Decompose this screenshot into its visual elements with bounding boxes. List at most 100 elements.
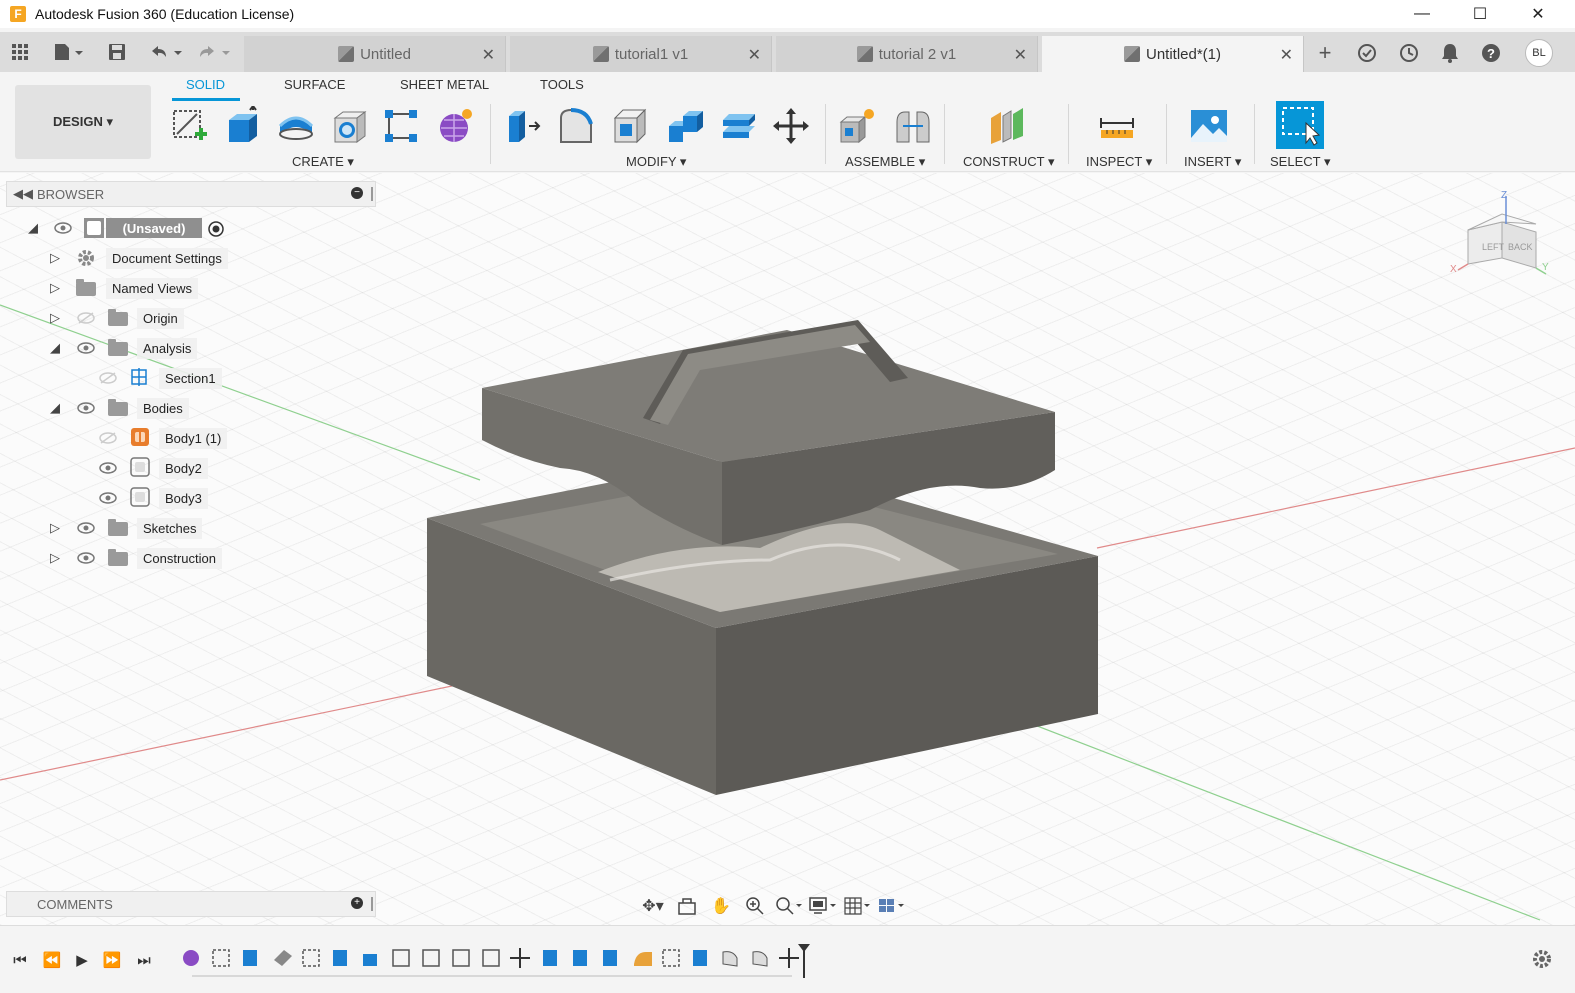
tree-item-body2[interactable]: Body2 (159, 456, 208, 480)
tree-item-named-views[interactable]: Named Views (106, 276, 198, 300)
fillet-icon[interactable] (556, 105, 598, 147)
viewports-icon[interactable] (874, 894, 908, 918)
insert-image-icon[interactable] (1188, 105, 1230, 147)
collapse-root-icon[interactable]: ◢ (25, 220, 41, 236)
tree-item-body3[interactable]: Body3 (159, 486, 208, 510)
data-panel-icon[interactable] (8, 40, 32, 64)
minus-icon[interactable]: − (351, 187, 363, 199)
panel-resize-handle[interactable] (371, 187, 373, 201)
extensions-icon[interactable] (1354, 40, 1380, 66)
undo-icon[interactable] (146, 40, 186, 64)
create-form-icon[interactable] (434, 105, 476, 147)
create-sketch-icon[interactable] (168, 105, 210, 147)
visibility-eye-icon[interactable] (54, 222, 72, 234)
insert-group-label[interactable]: INSERT ▾ (1184, 154, 1241, 170)
new-component-icon[interactable] (836, 105, 878, 147)
tab-surface[interactable]: SURFACE (284, 77, 345, 92)
measure-icon[interactable] (1096, 105, 1138, 147)
tree-item-bodies[interactable]: Bodies (137, 396, 189, 420)
step-forward-icon[interactable]: ⏩ (100, 948, 124, 972)
shell-icon[interactable] (610, 105, 652, 147)
tab-tools[interactable]: TOOLS (540, 77, 584, 92)
display-settings-icon[interactable] (806, 894, 840, 918)
tab-sheet-metal[interactable]: SHEET METAL (400, 77, 489, 92)
zoom-icon[interactable] (738, 894, 772, 918)
tree-item-construction[interactable]: Construction (137, 546, 222, 570)
panel-resize-handle[interactable] (371, 897, 373, 911)
visibility-eye-icon[interactable] (99, 492, 117, 504)
expand-icon[interactable]: ▷ (47, 310, 63, 326)
extrude-icon[interactable] (222, 105, 264, 147)
close-tab-icon[interactable]: ✕ (1014, 45, 1027, 65)
collapse-panel-icon[interactable]: ◀◀ (13, 186, 33, 202)
collapse-icon[interactable]: ◢ (47, 400, 63, 416)
visibility-eye-icon[interactable] (77, 402, 95, 414)
close-window-button[interactable]: ✕ (1509, 0, 1567, 28)
tab-solid[interactable]: SOLID (186, 77, 225, 92)
tab-tutorial1[interactable]: tutorial1 v1 ✕ (510, 36, 772, 72)
joint-icon[interactable] (892, 105, 934, 147)
viewcube-left-face[interactable]: LEFT (1482, 242, 1505, 252)
pattern-icon[interactable] (380, 105, 422, 147)
visibility-eye-icon[interactable] (99, 462, 117, 474)
look-at-icon[interactable] (670, 894, 704, 918)
browser-panel-header[interactable]: ◀◀ BROWSER − (6, 181, 376, 207)
hole-icon[interactable] (328, 105, 370, 147)
tree-item-body1[interactable]: Body1 (1) (159, 426, 228, 450)
timeline-features[interactable] (180, 944, 820, 978)
collapse-icon[interactable]: ◢ (47, 340, 63, 356)
select-tool-icon[interactable] (1276, 101, 1324, 149)
play-icon[interactable]: ▶ (70, 948, 94, 972)
fit-icon[interactable] (772, 894, 806, 918)
tree-item-analysis[interactable]: Analysis (137, 336, 198, 360)
tab-untitled-1[interactable]: Untitled*(1) ✕ (1042, 36, 1304, 72)
offset-face-icon[interactable] (718, 105, 760, 147)
visibility-eye-icon[interactable] (77, 552, 95, 564)
expand-icon[interactable]: ▷ (47, 280, 63, 296)
visibility-eye-icon[interactable] (77, 342, 95, 354)
create-group-label[interactable]: CREATE ▾ (292, 154, 354, 170)
skip-to-start-icon[interactable]: ⏮ (8, 948, 32, 972)
comments-panel-header[interactable]: COMMENTS + (6, 891, 376, 917)
close-tab-icon[interactable]: ✕ (748, 45, 761, 65)
plus-icon[interactable]: + (351, 897, 363, 909)
model-canvas[interactable] (0, 173, 1575, 925)
orbit-icon[interactable]: ✥▾ (636, 894, 670, 918)
notifications-bell-icon[interactable] (1437, 40, 1463, 66)
close-tab-icon[interactable]: ✕ (1280, 45, 1293, 65)
timeline-settings-gear-icon[interactable] (1531, 948, 1553, 970)
combine-icon[interactable] (664, 105, 706, 147)
activate-component-icon[interactable] (207, 220, 225, 238)
user-avatar[interactable]: BL (1525, 39, 1553, 67)
help-icon[interactable]: ? (1478, 40, 1504, 66)
modify-group-label[interactable]: MODIFY ▾ (626, 154, 686, 170)
move-copy-icon[interactable] (770, 105, 812, 147)
tree-item-origin[interactable]: Origin (137, 306, 184, 330)
save-icon[interactable] (104, 40, 130, 64)
job-status-clock-icon[interactable] (1396, 40, 1422, 66)
pan-hand-icon[interactable]: ✋ (704, 894, 738, 918)
expand-icon[interactable]: ▷ (47, 250, 63, 266)
assemble-group-label[interactable]: ASSEMBLE ▾ (845, 154, 925, 170)
select-group-label[interactable]: SELECT ▾ (1270, 154, 1330, 170)
press-pull-icon[interactable] (502, 105, 544, 147)
tab-untitled[interactable]: Untitled ✕ (244, 36, 506, 72)
revolve-icon[interactable] (275, 105, 317, 147)
hidden-eye-icon[interactable] (99, 372, 117, 384)
hidden-eye-icon[interactable] (99, 432, 117, 444)
expand-icon[interactable]: ▷ (47, 520, 63, 536)
redo-icon[interactable] (194, 40, 234, 64)
inspect-group-label[interactable]: INSPECT ▾ (1086, 154, 1152, 170)
viewcube-back-face[interactable]: BACK (1508, 242, 1533, 252)
file-menu-icon[interactable] (50, 40, 86, 64)
grid-settings-icon[interactable] (840, 894, 874, 918)
expand-icon[interactable]: ▷ (47, 550, 63, 566)
tab-tutorial2[interactable]: tutorial 2 v1 ✕ (776, 36, 1038, 72)
viewcube[interactable]: LEFT BACK Z X Y (1450, 190, 1550, 290)
minimize-button[interactable]: — (1393, 0, 1451, 28)
close-tab-icon[interactable]: ✕ (482, 45, 495, 65)
hidden-eye-icon[interactable] (77, 312, 95, 324)
new-tab-plus-icon[interactable]: + (1312, 40, 1338, 66)
tree-item-document-settings[interactable]: Document Settings (106, 246, 228, 270)
3d-viewport[interactable]: LEFT BACK Z X Y (0, 173, 1575, 925)
